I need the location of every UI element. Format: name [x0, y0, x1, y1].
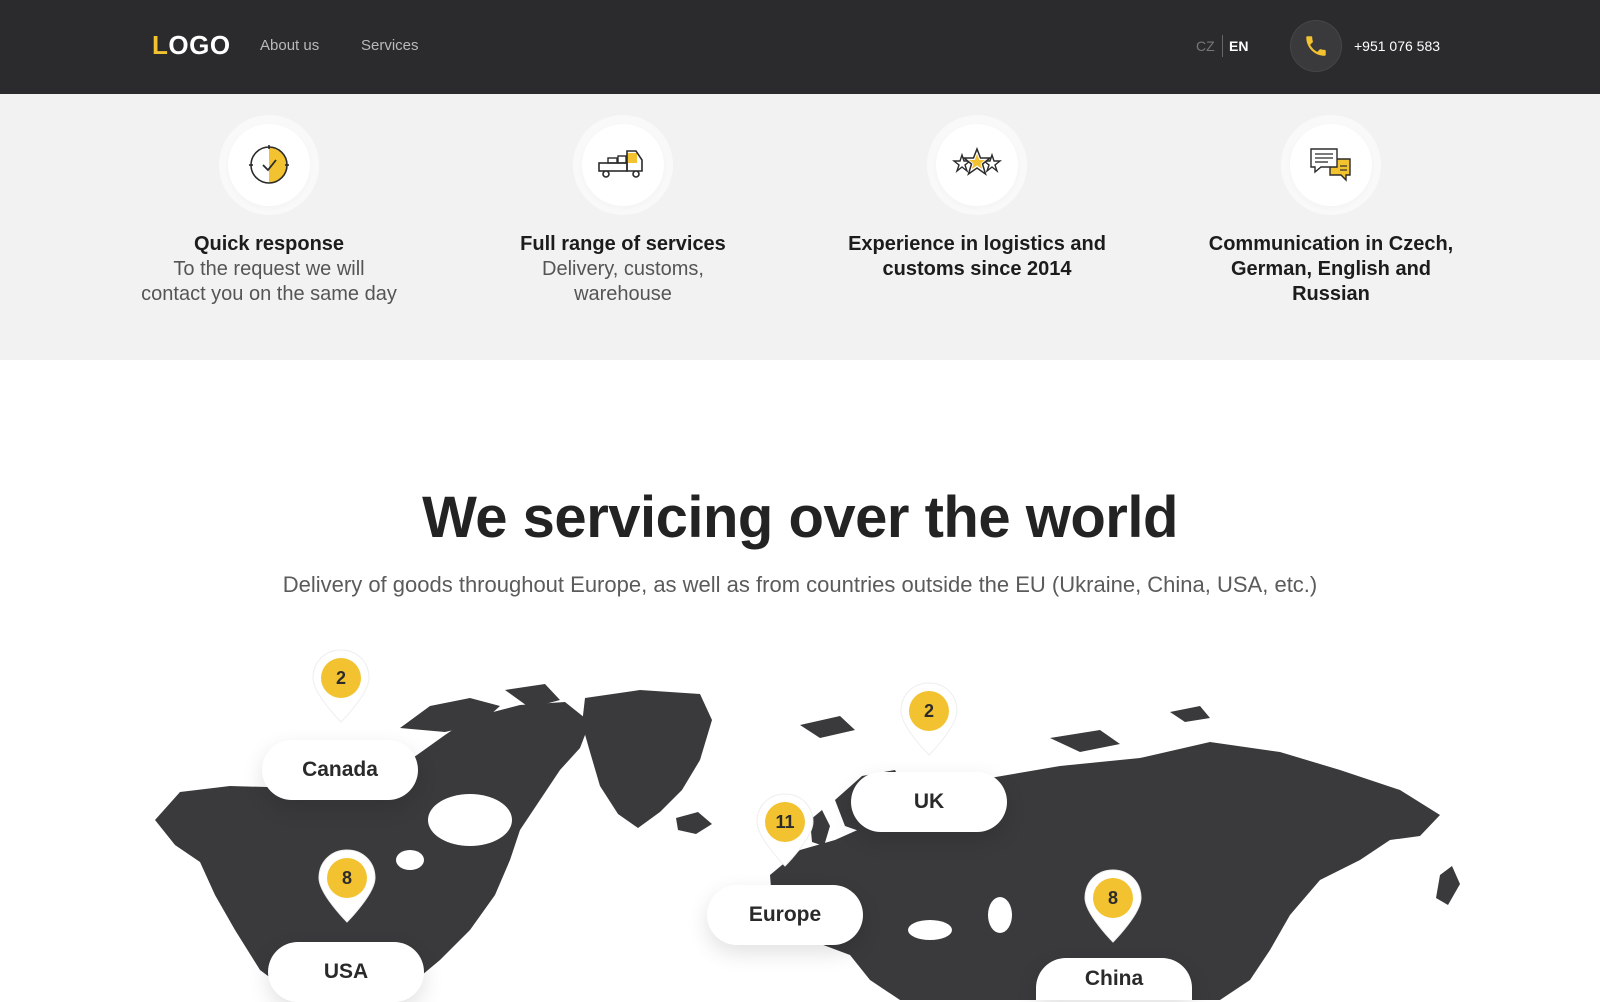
region-label-usa[interactable]: USA — [268, 942, 424, 1002]
region-label-uk[interactable]: UK — [851, 772, 1007, 832]
map-pin-usa[interactable]: 8 — [315, 846, 379, 926]
region-label-europe[interactable]: Europe — [707, 885, 863, 945]
pin-count: 11 — [765, 802, 805, 842]
map-pin-china[interactable]: 8 — [1081, 866, 1145, 946]
pin-count: 8 — [327, 858, 367, 898]
pin-count: 2 — [909, 691, 949, 731]
map-pin-uk[interactable]: 2 — [897, 679, 961, 759]
pin-count: 8 — [1093, 878, 1133, 918]
map-pin-europe[interactable]: 11 — [753, 790, 817, 870]
region-label-china[interactable]: China — [1036, 958, 1192, 1000]
pin-count: 2 — [321, 658, 361, 698]
map-pin-canada[interactable]: 2 — [309, 646, 373, 726]
region-label-canada[interactable]: Canada — [262, 740, 418, 800]
